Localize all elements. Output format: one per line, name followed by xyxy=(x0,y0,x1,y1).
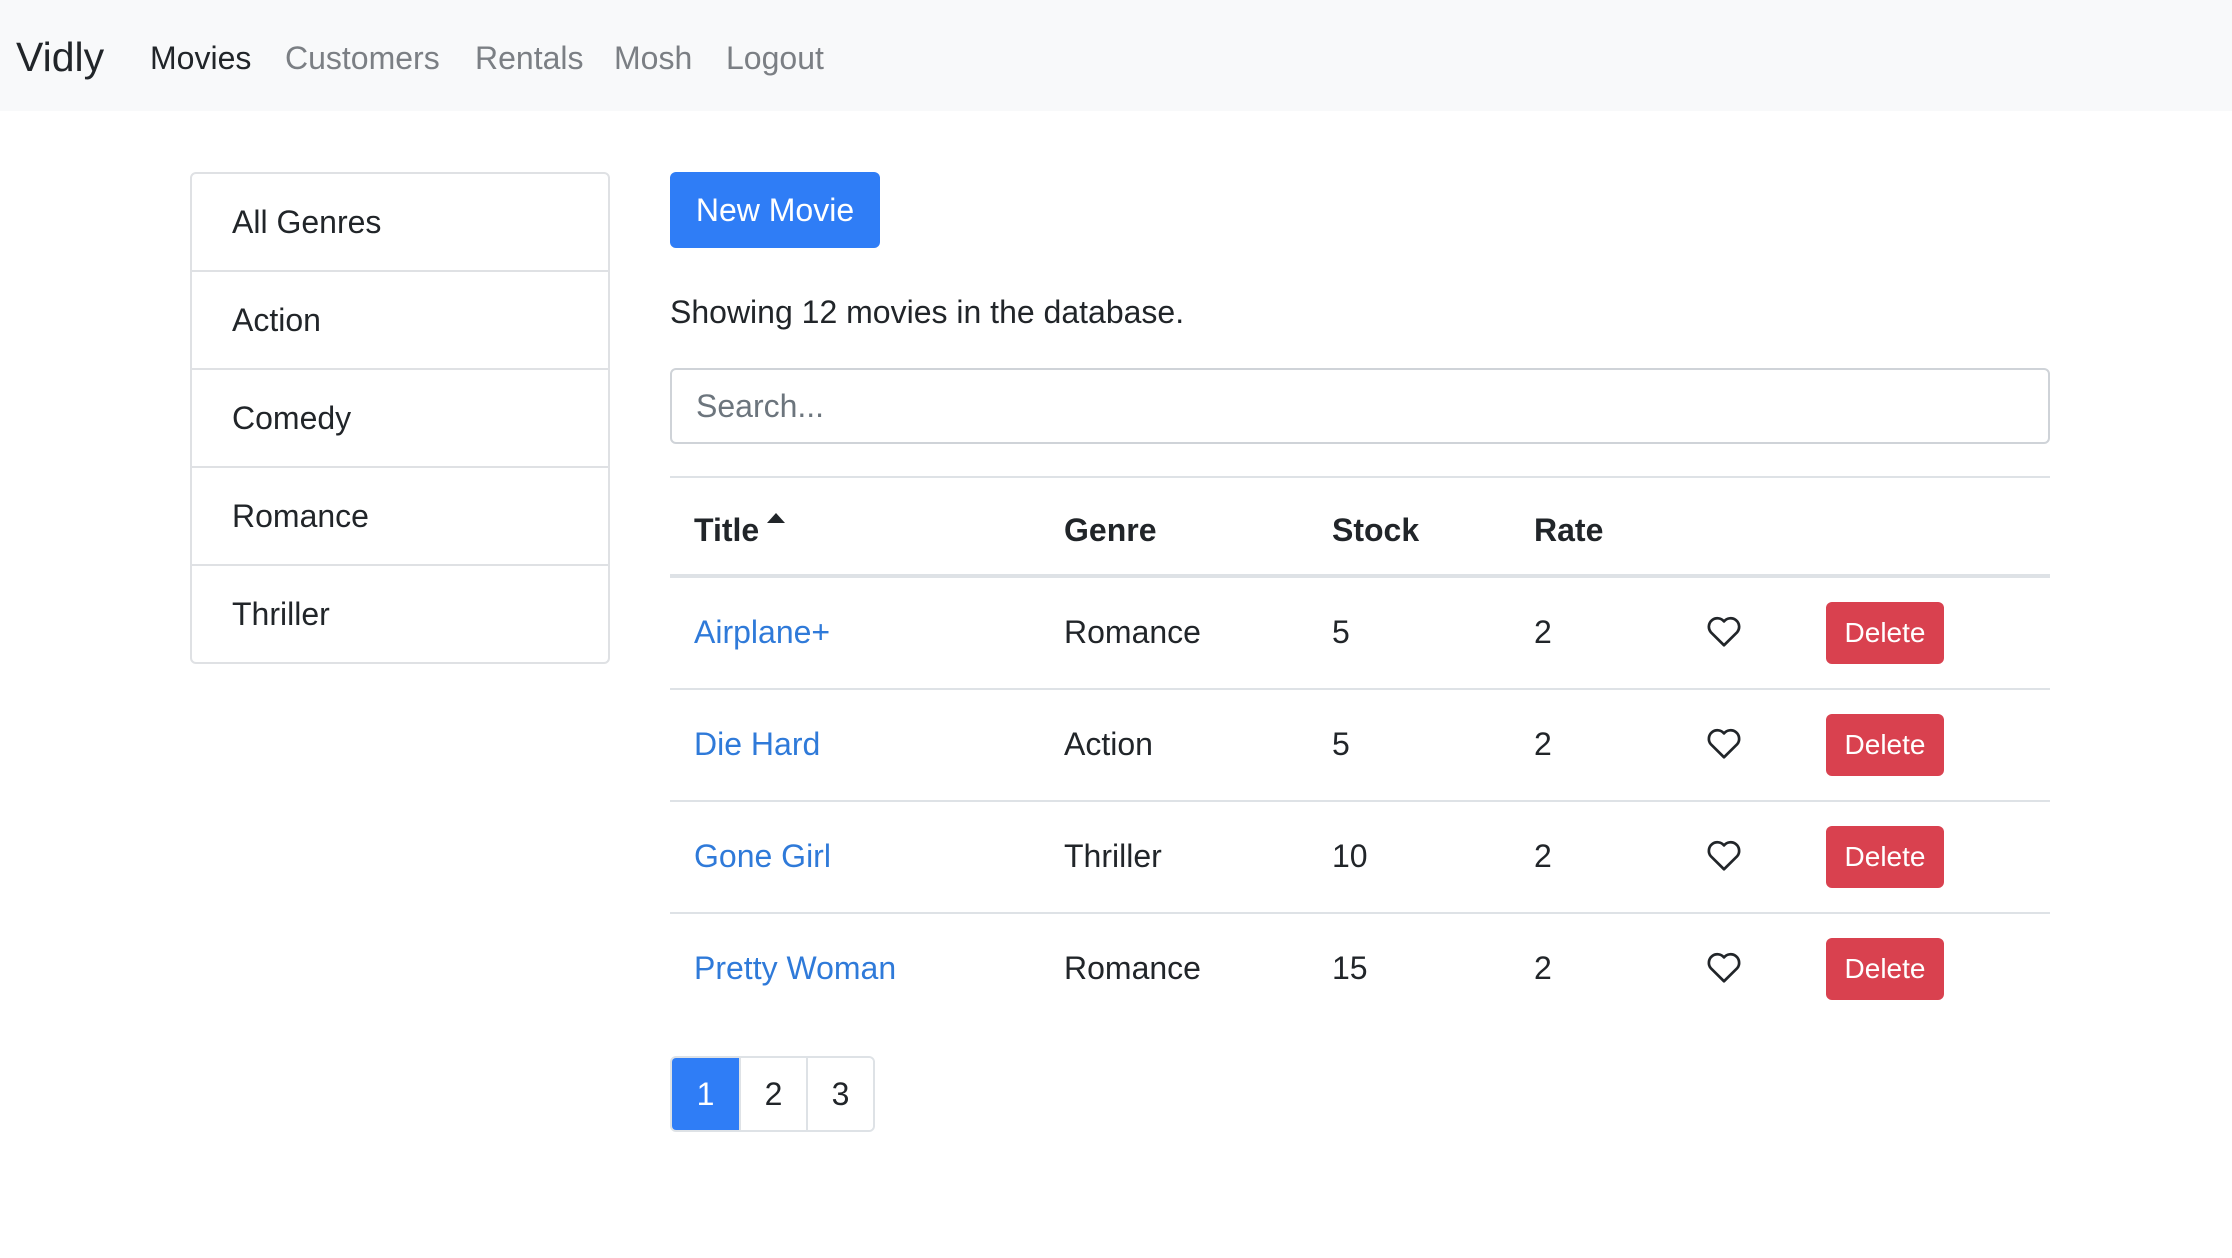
table-row: Gone Girl Thriller 10 2 Delete xyxy=(670,802,2050,914)
column-header-rate[interactable]: Rate xyxy=(1534,510,1603,550)
column-header-stock[interactable]: Stock xyxy=(1332,510,1419,550)
genre-item-all[interactable]: All Genres xyxy=(192,174,608,272)
nav-link-mosh[interactable]: Mosh xyxy=(614,38,692,78)
table-row: Airplane+ Romance 5 2 Delete xyxy=(670,578,2050,690)
movie-stock: 5 xyxy=(1332,614,1350,650)
heart-outline-icon[interactable] xyxy=(1706,614,1742,648)
navbar: Vidly Movies Customers Rentals Mosh Logo… xyxy=(0,0,2232,111)
movie-title-link[interactable]: Gone Girl xyxy=(694,836,831,876)
nav-link-movies[interactable]: Movies xyxy=(150,38,251,78)
movie-rate: 2 xyxy=(1534,950,1552,986)
delete-button[interactable]: Delete xyxy=(1826,602,1944,664)
movie-stock: 10 xyxy=(1332,838,1368,874)
table-row: Die Hard Action 5 2 Delete xyxy=(670,690,2050,802)
column-header-title-label: Title xyxy=(694,512,760,548)
page-link-1[interactable]: 1 xyxy=(672,1058,739,1130)
movie-genre: Action xyxy=(1064,726,1153,762)
movie-title-link[interactable]: Die Hard xyxy=(694,724,820,764)
nav-link-logout[interactable]: Logout xyxy=(726,38,824,78)
delete-button[interactable]: Delete xyxy=(1826,938,1944,1000)
movie-rate: 2 xyxy=(1534,614,1552,650)
new-movie-button[interactable]: New Movie xyxy=(670,172,880,248)
table-row: Pretty Woman Romance 15 2 Delete xyxy=(670,914,2050,1026)
genre-item-romance[interactable]: Romance xyxy=(192,468,608,566)
movie-rate: 2 xyxy=(1534,838,1552,874)
genre-item-comedy[interactable]: Comedy xyxy=(192,370,608,468)
page-link-2[interactable]: 2 xyxy=(739,1058,806,1130)
movie-title-link[interactable]: Airplane+ xyxy=(694,612,830,652)
caret-up-icon xyxy=(767,513,786,523)
nav-link-rentals[interactable]: Rentals xyxy=(475,38,584,78)
genre-list: All Genres Action Comedy Romance Thrille… xyxy=(190,172,610,664)
genre-item-action[interactable]: Action xyxy=(192,272,608,370)
movie-genre: Romance xyxy=(1064,950,1201,986)
delete-button[interactable]: Delete xyxy=(1826,826,1944,888)
column-header-title[interactable]: Title xyxy=(694,510,786,550)
movie-count-text: Showing 12 movies in the database. xyxy=(670,294,1185,330)
movie-genre: Romance xyxy=(1064,614,1201,650)
heart-outline-icon[interactable] xyxy=(1706,838,1742,872)
nav-link-customers[interactable]: Customers xyxy=(285,38,440,78)
table-header: Title Genre Stock Rate xyxy=(670,478,2050,578)
heart-outline-icon[interactable] xyxy=(1706,726,1742,760)
genre-item-thriller[interactable]: Thriller xyxy=(192,566,608,662)
movie-stock: 15 xyxy=(1332,950,1368,986)
movies-table: Title Genre Stock Rate Airplane+ Romance… xyxy=(670,476,2050,1026)
movie-genre: Thriller xyxy=(1064,838,1162,874)
movie-rate: 2 xyxy=(1534,726,1552,762)
delete-button[interactable]: Delete xyxy=(1826,714,1944,776)
heart-outline-icon[interactable] xyxy=(1706,950,1742,984)
movie-stock: 5 xyxy=(1332,726,1350,762)
brand-logo[interactable]: Vidly xyxy=(16,33,104,81)
pagination: 1 2 3 xyxy=(670,1056,875,1132)
page-link-3[interactable]: 3 xyxy=(806,1058,873,1130)
movie-title-link[interactable]: Pretty Woman xyxy=(694,948,896,988)
search-input[interactable] xyxy=(670,368,2050,444)
column-header-genre[interactable]: Genre xyxy=(1064,510,1156,550)
